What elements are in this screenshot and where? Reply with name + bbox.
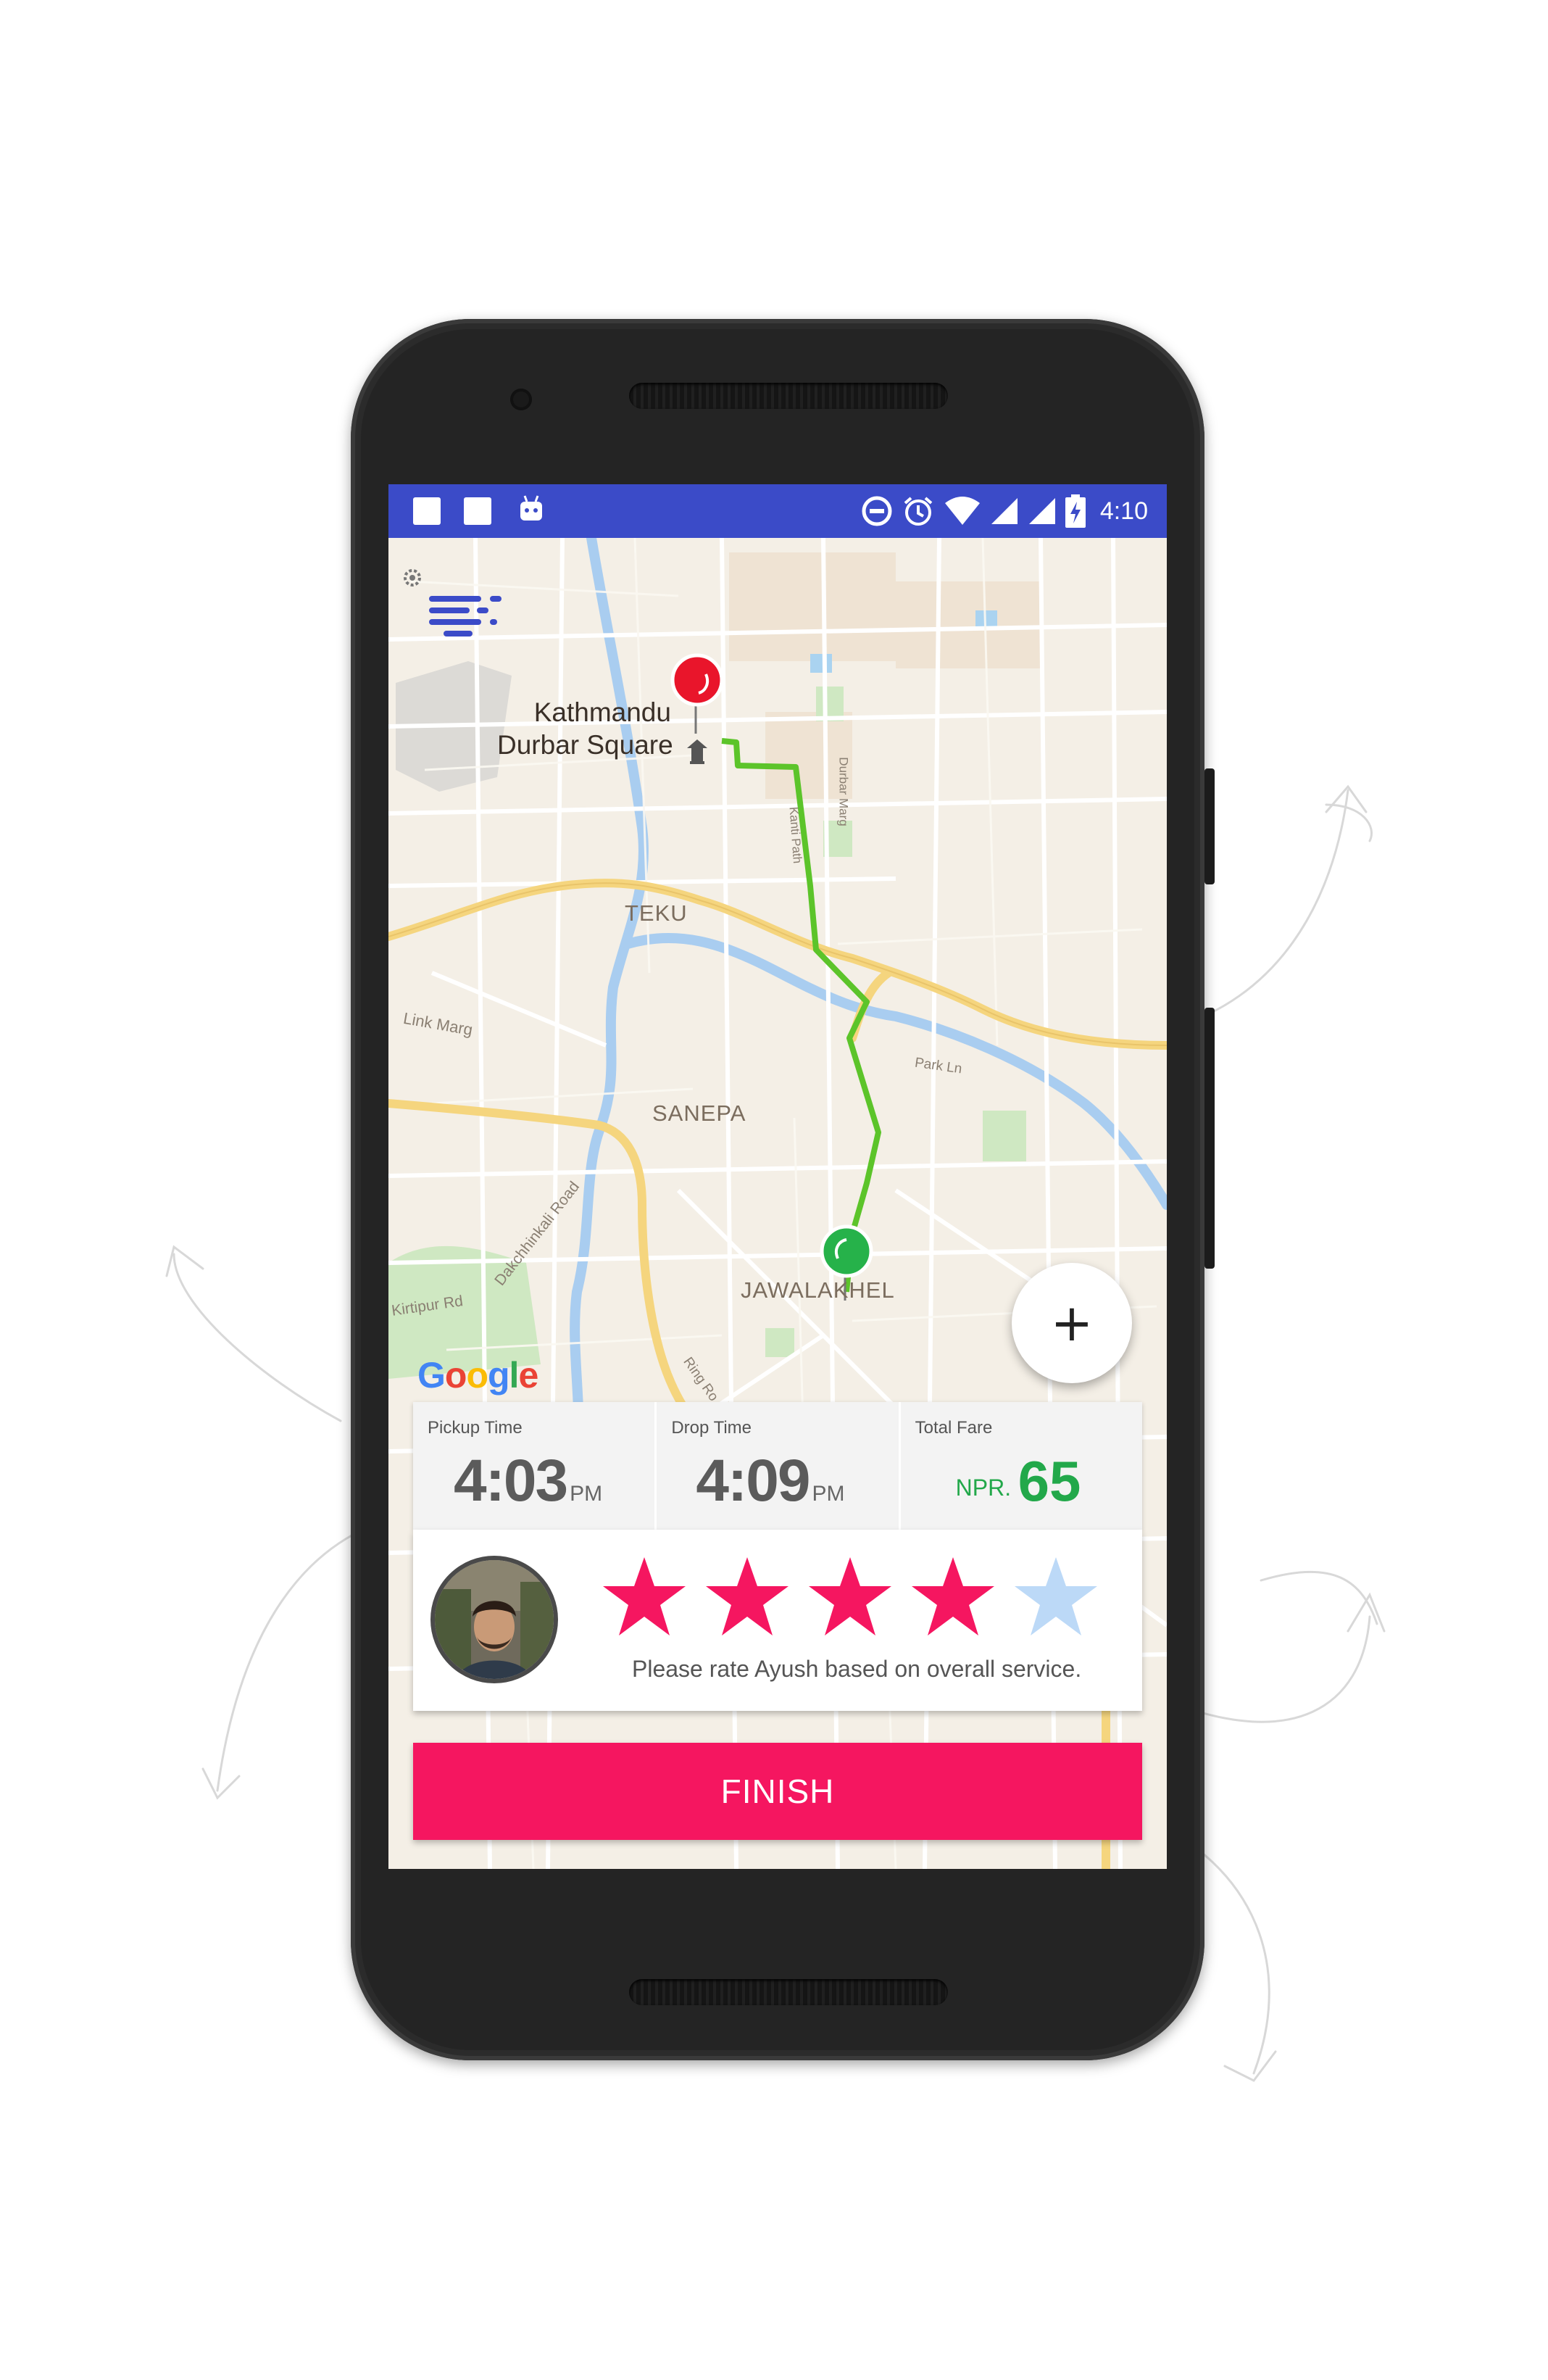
earpiece-speaker	[629, 383, 948, 409]
finish-button[interactable]: FINISH	[413, 1743, 1142, 1840]
notification-square-icon	[413, 497, 441, 525]
area-label-sanepa: SANEPA	[652, 1100, 746, 1126]
alarm-icon	[904, 497, 933, 526]
star-icon[interactable]	[703, 1554, 791, 1638]
total-fare-label: Total Fare	[915, 1418, 993, 1438]
trip-summary-card: Pickup Time 4:03 PM Drop Time 4:09 PM Tota…	[413, 1402, 1142, 1530]
road-label-durbar-marg: Durbar Marg	[836, 757, 851, 826]
signal-icon	[991, 498, 1018, 524]
fare-amount: 65	[1018, 1449, 1081, 1513]
star-icon[interactable]	[909, 1554, 997, 1638]
star-icon[interactable]	[1012, 1554, 1100, 1638]
volume-button	[1204, 1008, 1215, 1269]
google-logo: Google	[417, 1355, 538, 1396]
rating-prompt: Please rate Ayush based on overall servi…	[632, 1656, 1082, 1682]
drop-ampm: PM	[812, 1482, 845, 1506]
zoom-in-button[interactable]: +	[1012, 1263, 1132, 1383]
do-not-disturb-icon	[862, 496, 892, 526]
star-rating[interactable]	[600, 1554, 1100, 1638]
pickup-time-label: Pickup Time	[428, 1418, 523, 1438]
android-debug-icon	[520, 495, 542, 521]
wifi-icon	[944, 497, 980, 525]
pickup-time-value: 4:03 PM	[454, 1448, 603, 1514]
gear-icon[interactable]	[400, 565, 425, 590]
pickup-ampm: PM	[570, 1482, 603, 1506]
menu-icon[interactable]	[429, 596, 504, 637]
power-button	[1204, 768, 1215, 884]
app-screen: 4:10 Kathmandu Durbar Square TEKU SANEPA…	[388, 484, 1167, 1869]
notification-square-icon	[464, 497, 491, 525]
drop-time-label: Drop Time	[671, 1418, 752, 1438]
status-bar: 4:10	[388, 484, 1167, 538]
area-label-teku: TEKU	[625, 900, 688, 926]
clock-time: 4:10	[1099, 497, 1148, 525]
star-icon[interactable]	[600, 1554, 688, 1638]
drop-time-value: 4:09 PM	[696, 1448, 845, 1514]
avatar	[430, 1556, 558, 1683]
star-icon[interactable]	[806, 1554, 894, 1638]
place-label-durbar-square: Kathmandu Durbar Square	[497, 697, 673, 760]
driver-rating-card: Please rate Ayush based on overall servi…	[413, 1530, 1142, 1711]
area-label-jawalakhel: JAWALAKHEL	[741, 1277, 895, 1303]
bottom-speaker	[629, 1979, 948, 2005]
front-camera	[510, 389, 532, 410]
fare-currency: NPR.	[955, 1475, 1012, 1501]
drop-time-cell: Drop Time 4:09 PM	[657, 1402, 901, 1530]
status-icons: 4:10	[861, 493, 1148, 529]
total-fare-cell: Total Fare NPR. 65	[901, 1402, 1142, 1530]
battery-charging-icon	[1065, 494, 1086, 528]
pickup-time-cell: Pickup Time 4:03 PM	[413, 1402, 657, 1530]
signal-icon	[1028, 498, 1055, 524]
